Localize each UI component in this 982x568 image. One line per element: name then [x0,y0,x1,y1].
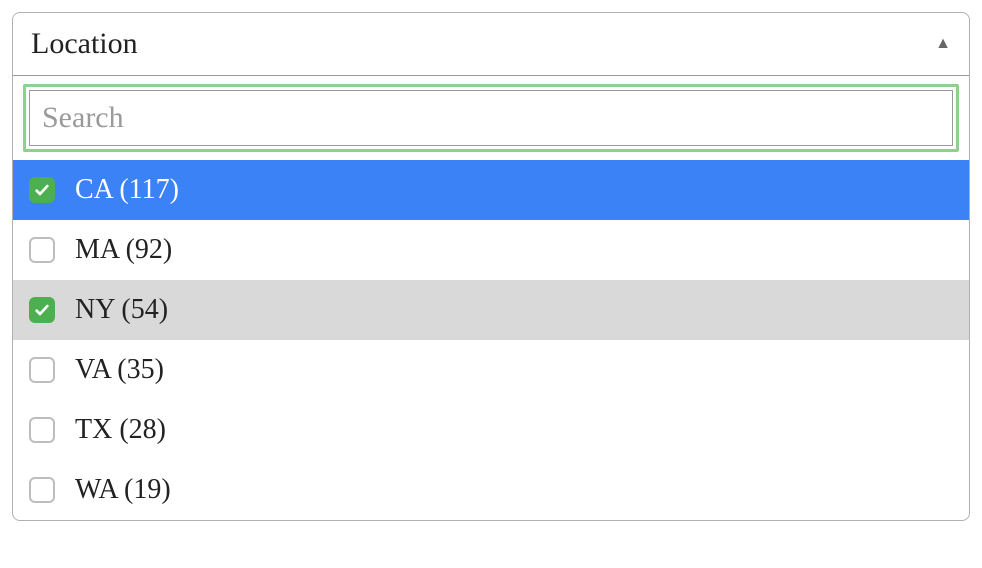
dropdown-label: Location [31,27,138,61]
option-item[interactable]: VA (35) [13,340,969,400]
caret-up-icon: ▲ [935,35,951,53]
search-input[interactable] [29,90,953,146]
option-label: VA (35) [75,356,164,384]
search-focus-ring [23,84,959,152]
option-item[interactable]: TX (28) [13,400,969,460]
checkbox[interactable] [29,177,55,203]
option-item[interactable]: CA (117) [13,160,969,220]
checkbox[interactable] [29,297,55,323]
option-label: NY (54) [75,296,168,324]
search-container [13,76,969,160]
option-label: CA (117) [75,176,179,204]
option-label: TX (28) [75,416,166,444]
location-dropdown: Location ▲ CA (117) MA (92) NY (54) VA (35)… [12,12,970,521]
option-label: WA (19) [75,476,171,504]
dropdown-header[interactable]: Location ▲ [13,13,969,76]
option-item[interactable]: NY (54) [13,280,969,340]
checkbox[interactable] [29,237,55,263]
checkbox[interactable] [29,357,55,383]
checkbox[interactable] [29,417,55,443]
option-label: MA (92) [75,236,172,264]
option-item[interactable]: WA (19) [13,460,969,520]
option-item[interactable]: MA (92) [13,220,969,280]
checkbox[interactable] [29,477,55,503]
options-list: CA (117) MA (92) NY (54) VA (35) TX (28) WA (… [13,160,969,520]
